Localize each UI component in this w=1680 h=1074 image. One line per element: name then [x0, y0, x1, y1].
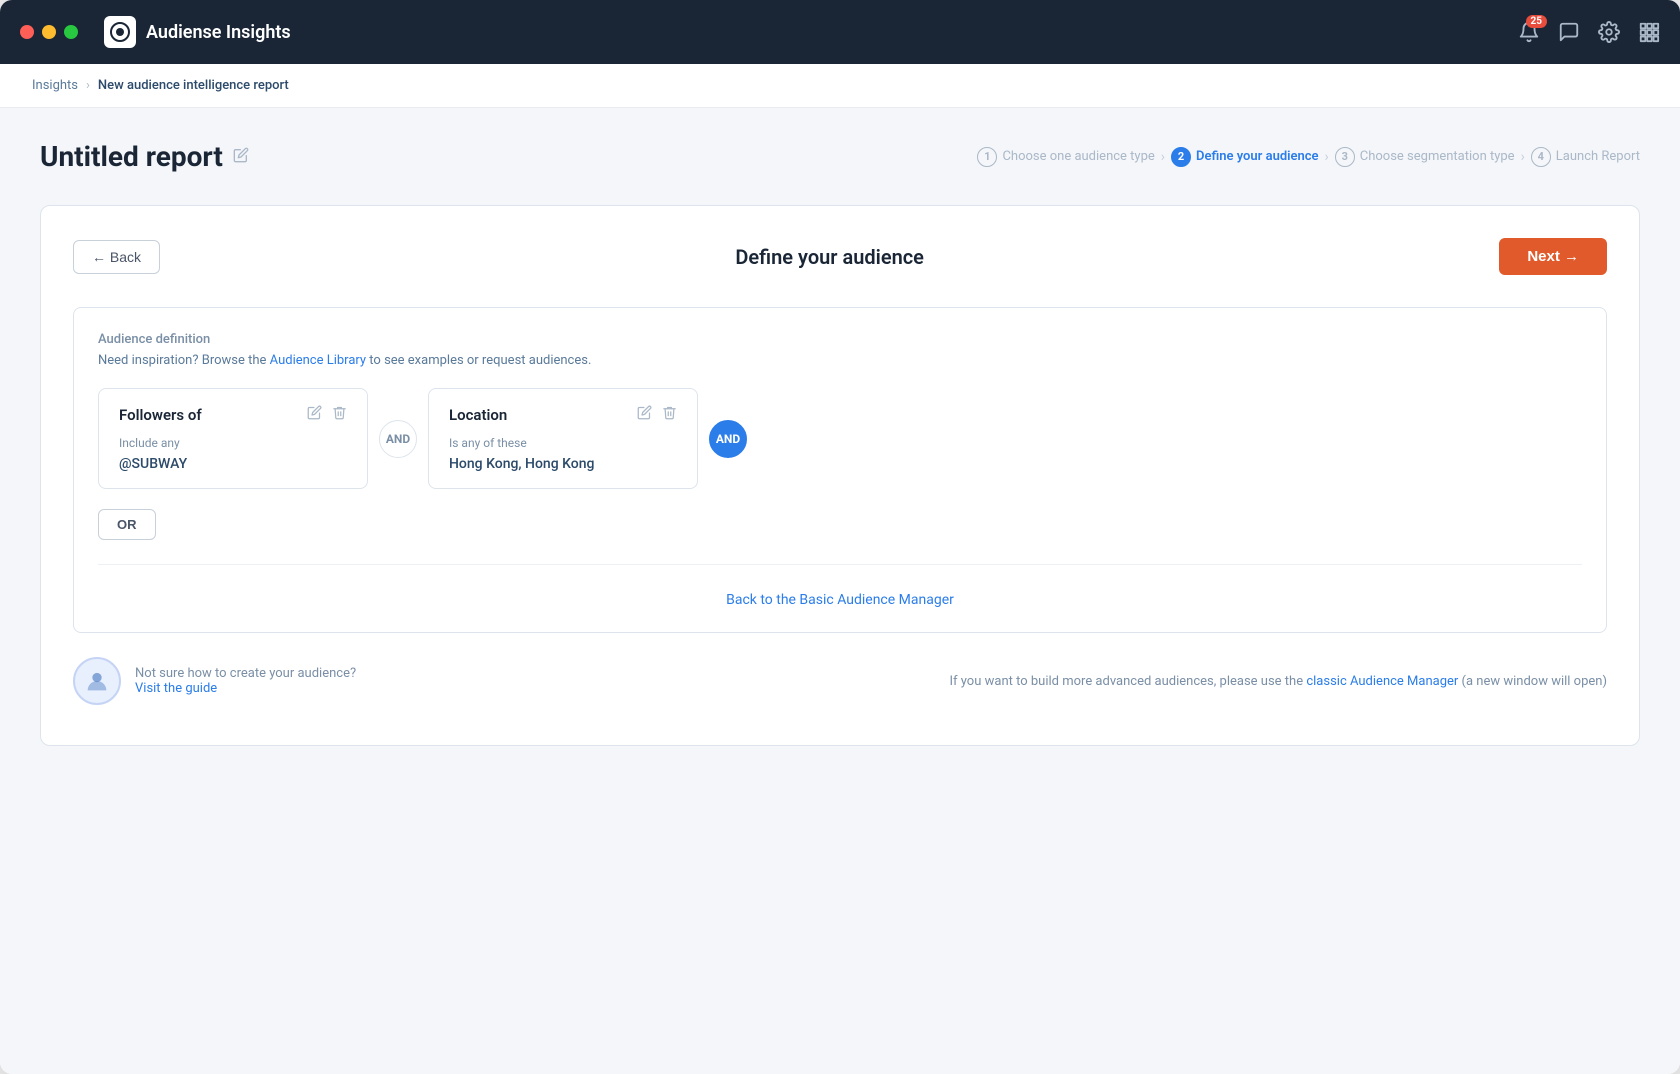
edit-title-icon[interactable] [233, 147, 249, 167]
cond-value-1: @SUBWAY [119, 456, 347, 472]
classic-audience-manager-link[interactable]: classic Audience Manager [1306, 674, 1458, 689]
cond-title-1: Followers of [119, 406, 202, 424]
and-badge-2: AND [709, 420, 747, 458]
notifications-icon[interactable]: 25 [1518, 21, 1540, 43]
aud-def-desc-post: to see examples or request audiences. [366, 353, 591, 368]
breadcrumb: Insights › New audience intelligence rep… [0, 64, 1680, 108]
page-heading: Define your audience [606, 245, 1052, 269]
breadcrumb-root[interactable]: Insights [32, 78, 78, 93]
report-header: Untitled report 1 Choose one audience ty… [40, 140, 1640, 173]
step-sep-3: › [1521, 149, 1525, 165]
help-text: Not sure how to create your audience? Vi… [135, 666, 356, 696]
bottom-bar: Not sure how to create your audience? Vi… [73, 633, 1607, 713]
step-4-num: 4 [1531, 147, 1551, 167]
cond-icons-2 [637, 405, 677, 424]
step-3: 3 Choose segmentation type [1335, 147, 1515, 167]
report-title-group: Untitled report [40, 140, 249, 173]
step-sep-1: › [1161, 149, 1165, 165]
cond-icons-1 [307, 405, 347, 424]
step-3-label: Choose segmentation type [1360, 149, 1515, 164]
cond-tag-1: Include any [119, 436, 347, 450]
back-button[interactable]: ← Back [73, 240, 160, 274]
cond-tag-2: Is any of these [449, 436, 677, 450]
advanced-text-pre: If you want to build more advanced audie… [949, 674, 1306, 689]
aud-def-label: Audience definition [98, 332, 1582, 347]
help-avatar [73, 657, 121, 705]
step-4: 4 Launch Report [1531, 147, 1640, 167]
step-1-label: Choose one audience type [1002, 149, 1154, 164]
aud-def-desc: Need inspiration? Browse the Audience Li… [98, 353, 1582, 368]
chat-icon[interactable] [1558, 21, 1580, 43]
breadcrumb-current: New audience intelligence report [98, 78, 289, 93]
steps-indicator: 1 Choose one audience type › 2 Define yo… [977, 147, 1640, 167]
settings-icon[interactable] [1598, 21, 1620, 43]
next-button[interactable]: Next → [1499, 238, 1607, 275]
report-title-text: Untitled report [40, 140, 223, 173]
step-4-label: Launch Report [1556, 149, 1640, 164]
visit-guide-link[interactable]: Visit the guide [135, 681, 217, 696]
edit-condition-1-icon[interactable] [307, 405, 322, 424]
aud-def-desc-pre: Need inspiration? Browse the [98, 353, 270, 368]
edit-condition-2-icon[interactable] [637, 405, 652, 424]
or-button[interactable]: OR [98, 509, 156, 540]
delete-condition-1-icon[interactable] [332, 405, 347, 424]
app-title: Audiense Insights [146, 22, 291, 43]
and-connector-1: AND [368, 420, 428, 458]
cond-value-2: Hong Kong, Hong Kong [449, 456, 677, 472]
step-2: 2 Define your audience [1171, 147, 1319, 167]
minimize-button[interactable] [42, 25, 56, 39]
bottom-left: Not sure how to create your audience? Vi… [73, 657, 356, 705]
conditions-row: Followers of [98, 388, 1582, 489]
close-button[interactable] [20, 25, 34, 39]
grid-icon[interactable] [1638, 21, 1660, 43]
window-controls [20, 25, 78, 39]
content-card: ← Back Define your audience Next → Audie… [40, 205, 1640, 746]
logo-icon [104, 16, 136, 48]
cond-header-2: Location [449, 405, 677, 424]
app-logo: Audiense Insights [104, 16, 291, 48]
basic-audience-manager-link[interactable]: Back to the Basic Audience Manager [726, 592, 954, 608]
and-badge-1: AND [379, 420, 417, 458]
and-connector-2: AND [698, 420, 758, 458]
breadcrumb-separator: › [86, 78, 90, 93]
step-2-label: Define your audience [1196, 149, 1319, 164]
nav-right: 25 [1518, 21, 1660, 43]
step-2-num: 2 [1171, 147, 1191, 167]
step-1-num: 1 [977, 147, 997, 167]
step-3-num: 3 [1335, 147, 1355, 167]
help-text-pre: Not sure how to create your audience? [135, 666, 356, 681]
main-content: Untitled report 1 Choose one audience ty… [0, 108, 1680, 1074]
audience-definition-box: Audience definition Need inspiration? Br… [73, 307, 1607, 633]
step-1: 1 Choose one audience type [977, 147, 1154, 167]
condition-location: Location [428, 388, 698, 489]
delete-condition-2-icon[interactable] [662, 405, 677, 424]
cond-header-1: Followers of [119, 405, 347, 424]
audience-library-link[interactable]: Audience Library [270, 353, 366, 368]
maximize-button[interactable] [64, 25, 78, 39]
advanced-text-post: (a new window will open) [1458, 674, 1607, 689]
bottom-right: If you want to build more advanced audie… [949, 674, 1607, 689]
step-sep-2: › [1325, 149, 1329, 165]
footer-link-row: Back to the Basic Audience Manager [98, 564, 1582, 608]
notification-badge: 25 [1526, 15, 1547, 28]
top-toolbar: ← Back Define your audience Next → [73, 238, 1607, 275]
condition-followers-of: Followers of [98, 388, 368, 489]
cond-title-2: Location [449, 406, 507, 424]
